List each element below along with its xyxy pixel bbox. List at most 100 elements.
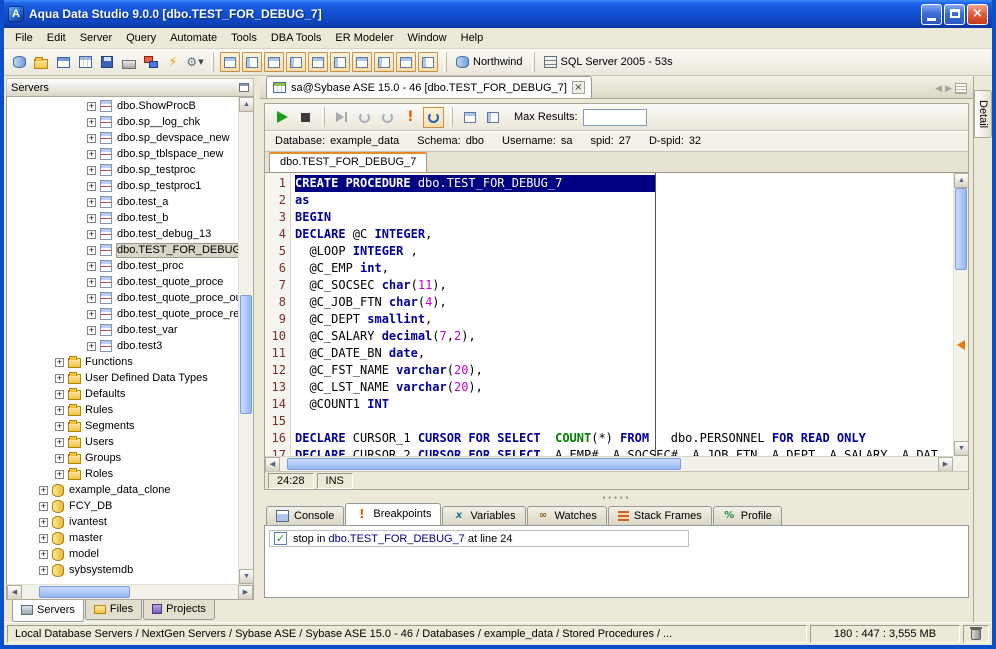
layout-toggle-6-icon[interactable]	[374, 52, 394, 72]
tab-detail[interactable]: Detail	[974, 90, 992, 138]
tree-item[interactable]: + master	[7, 530, 238, 546]
layout-toggle-7-icon[interactable]	[396, 52, 416, 72]
results-grid-toggle-icon[interactable]	[220, 52, 240, 72]
close-button[interactable]: ×	[967, 4, 988, 25]
tree-item[interactable]: + dbo.sp_devspace_new	[7, 130, 238, 146]
export-text-icon[interactable]	[482, 107, 503, 128]
print-icon[interactable]	[119, 52, 139, 72]
scroll-up-icon[interactable]: ▲	[239, 97, 254, 112]
code-line[interactable]: DECLARE CURSOR_2 CURSOR FOR SELECT A.EMP…	[295, 447, 953, 456]
expand-icon[interactable]: +	[87, 214, 96, 223]
scroll-down-icon[interactable]: ▼	[239, 569, 254, 584]
tab-list-icon[interactable]	[955, 83, 967, 94]
expand-icon[interactable]: +	[39, 502, 48, 511]
layout-toggle-4-icon[interactable]	[330, 52, 350, 72]
tree-item[interactable]: + FCY_DB	[7, 498, 238, 514]
code-line[interactable]: @LOOP INTEGER ,	[295, 243, 953, 260]
close-tab-icon[interactable]: ×	[572, 81, 585, 94]
expand-icon[interactable]: +	[55, 374, 64, 383]
breakpoint-row[interactable]: ✓ stop in dbo.TEST_FOR_DEBUG_7 at line 2…	[269, 530, 689, 547]
code-line[interactable]	[295, 413, 953, 430]
tree-item[interactable]: + dbo.test_quote_proce_ret	[7, 306, 238, 322]
expand-icon[interactable]: +	[87, 150, 96, 159]
tree-item[interactable]: + dbo.sp_tblspace_new	[7, 146, 238, 162]
scroll-down-icon[interactable]: ▼	[954, 441, 969, 456]
breakpoint-checkbox[interactable]: ✓	[274, 532, 287, 545]
register-server-icon[interactable]	[9, 52, 29, 72]
tab-servers[interactable]: Servers	[12, 600, 84, 622]
tree-item[interactable]: + dbo.test_b	[7, 210, 238, 226]
expand-icon[interactable]: +	[55, 422, 64, 431]
tree-item[interactable]: + Functions	[7, 354, 238, 370]
trash-icon[interactable]	[971, 629, 981, 640]
debug-panel-splitter[interactable]: ·····	[260, 494, 973, 503]
expand-icon[interactable]: +	[39, 486, 48, 495]
query-analyzer-icon[interactable]	[75, 52, 95, 72]
expand-icon[interactable]: +	[87, 134, 96, 143]
tab-watches[interactable]: ∞ Watches	[527, 506, 607, 525]
tree-item[interactable]: + model	[7, 546, 238, 562]
code-line[interactable]: @C_JOB_FTN char(4),	[295, 294, 953, 311]
document-tab[interactable]: sa@Sybase ASE 15.0 - 46 [dbo.TEST_FOR_DE…	[266, 76, 592, 98]
step-return-icon[interactable]	[377, 107, 398, 128]
tree-vertical-scrollbar[interactable]: ▲ ▼	[238, 97, 253, 584]
prev-tab-icon[interactable]: ◀	[935, 84, 942, 94]
expand-icon[interactable]: +	[87, 262, 96, 271]
expand-icon[interactable]: +	[87, 246, 96, 255]
expand-icon[interactable]: +	[39, 518, 48, 527]
code-line[interactable]: @C_LST_NAME varchar(20),	[295, 379, 953, 396]
save-icon[interactable]	[97, 52, 117, 72]
maximize-button[interactable]	[944, 4, 965, 25]
code-area[interactable]: CREATE PROCEDURE dbo.TEST_FOR_DEBUG_7asB…	[291, 173, 953, 456]
server-indicator[interactable]: SQL Server 2005 - 53s	[544, 56, 673, 68]
tree-horizontal-scrollbar[interactable]: ◀ ▶	[7, 584, 253, 599]
expand-icon[interactable]: +	[87, 294, 96, 303]
er-modeler-icon[interactable]	[141, 52, 161, 72]
tools-dropdown[interactable]: ⚙▼	[185, 52, 205, 72]
expand-icon[interactable]: +	[55, 438, 64, 447]
tree-item[interactable]: + Defaults	[7, 386, 238, 402]
menu-item[interactable]: ER Modeler	[328, 29, 400, 47]
code-line[interactable]: @C_SALARY decimal(7,2),	[295, 328, 953, 345]
next-tab-icon[interactable]: ▶	[945, 84, 952, 94]
expand-icon[interactable]: +	[55, 406, 64, 415]
code-line[interactable]: @C_SOCSEC char(11),	[295, 277, 953, 294]
code-line[interactable]: CREATE PROCEDURE dbo.TEST_FOR_DEBUG_7	[295, 175, 953, 192]
menu-item[interactable]: Help	[454, 29, 491, 47]
debugger-icon[interactable]	[423, 107, 444, 128]
expand-icon[interactable]: +	[87, 310, 96, 319]
layout-toggle-1-icon[interactable]	[264, 52, 284, 72]
tree-item[interactable]: + dbo.test_var	[7, 322, 238, 338]
scrollbar-thumb[interactable]	[240, 295, 252, 414]
tab-files[interactable]: Files	[85, 600, 142, 620]
tree-item[interactable]: + ivantest	[7, 514, 238, 530]
expand-icon[interactable]: +	[55, 390, 64, 399]
editor-horizontal-scrollbar[interactable]: ◀ ▶	[265, 456, 953, 471]
code-line[interactable]: DECLARE CURSOR_1 CURSOR FOR SELECT COUNT…	[295, 430, 953, 447]
results-text-toggle-icon[interactable]	[242, 52, 262, 72]
tab-stack-frames[interactable]: Stack Frames	[608, 506, 712, 525]
connection-indicator[interactable]: Northwind	[456, 56, 523, 68]
expand-icon[interactable]: +	[87, 198, 96, 207]
code-line[interactable]: @COUNT1 INT	[295, 396, 953, 413]
tab-console[interactable]: Console	[266, 506, 344, 525]
tree-item[interactable]: + Roles	[7, 466, 238, 482]
scroll-left-icon[interactable]: ◀	[7, 585, 22, 600]
scrollbar-thumb[interactable]	[39, 586, 130, 598]
tree-item[interactable]: + dbo.ShowProcB	[7, 98, 238, 114]
tree-item[interactable]: + dbo.test3	[7, 338, 238, 354]
tree-item[interactable]: + dbo.sp__log_chk	[7, 114, 238, 130]
expand-icon[interactable]: +	[87, 278, 96, 287]
tab-projects[interactable]: Projects	[143, 600, 215, 620]
garbage-collect-cell[interactable]	[963, 625, 989, 643]
code-line[interactable]: @C_DATE_BN date,	[295, 345, 953, 362]
menu-item[interactable]: Edit	[40, 29, 73, 47]
editor-vertical-scrollbar[interactable]: ▲ ▼	[953, 173, 968, 456]
schema-browser-icon[interactable]	[53, 52, 73, 72]
title-bar[interactable]: A Aqua Data Studio 9.0.0 [dbo.TEST_FOR_D…	[4, 0, 992, 28]
expand-icon[interactable]: +	[87, 102, 96, 111]
tree-item[interactable]: + Rules	[7, 402, 238, 418]
tree-item[interactable]: + User Defined Data Types	[7, 370, 238, 386]
expand-icon[interactable]: +	[87, 118, 96, 127]
layout-toggle-2-icon[interactable]	[286, 52, 306, 72]
